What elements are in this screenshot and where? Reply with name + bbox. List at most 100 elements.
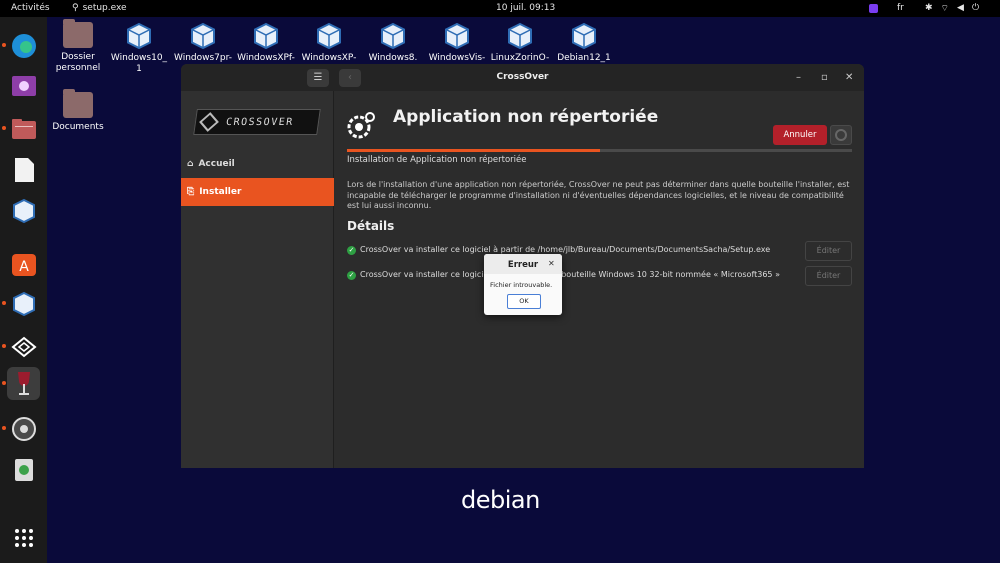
desktop-icon-vm[interactable]: WindowsVis- xyxy=(426,22,488,64)
settings-launcher[interactable] xyxy=(2,412,40,445)
description-text: Lors de l'installation d'une application… xyxy=(347,180,850,210)
video-icon xyxy=(11,75,36,96)
running-indicator xyxy=(2,126,6,130)
home-icon: ⌂ xyxy=(187,159,194,169)
install-status: Installation de Application non répertor… xyxy=(347,155,527,165)
minimize-button[interactable]: – xyxy=(796,72,801,83)
desktop-icon-label: Debian12_1 xyxy=(557,53,611,63)
window-titlebar[interactable]: ☰ ‹ CrossOver – ▫ ✕ xyxy=(181,64,864,91)
cancel-button[interactable]: Annuler xyxy=(773,125,827,145)
store-icon: A xyxy=(11,253,36,276)
wallpaper-logo: debian xyxy=(461,486,540,514)
app-grid-icon xyxy=(14,528,33,547)
main-panel: Application non répertoriée Annuler Inst… xyxy=(334,91,864,468)
edit-button[interactable]: Éditer xyxy=(805,266,852,286)
trash-launcher[interactable] xyxy=(7,453,40,486)
detail-row: ✓ CrossOver va installer ce logiciel à p… xyxy=(347,241,852,261)
document-icon xyxy=(14,157,34,182)
app-icon: ⚲ xyxy=(72,3,79,13)
virtualbox-icon xyxy=(572,22,596,50)
desktop-icon-vm[interactable]: Windows10_ 1 xyxy=(108,22,170,75)
maximize-button[interactable]: ▫ xyxy=(821,72,828,83)
dialog-close-icon[interactable]: ✕ xyxy=(548,259,555,268)
sidebar-item-label: Accueil xyxy=(198,159,235,169)
sidebar-item-label: Installer xyxy=(199,187,242,197)
sidebar: CROSSOVER ⌂ Accueil ⎘ Installer xyxy=(181,91,334,468)
dialog-message: Fichier introuvable. xyxy=(490,281,553,289)
desktop-icon-vm[interactable]: Windows8. xyxy=(362,22,424,64)
video-player-launcher[interactable] xyxy=(7,69,40,102)
details-heading: Détails xyxy=(347,219,395,233)
page-title: Application non répertoriée xyxy=(393,107,659,127)
software-center-launcher[interactable]: A xyxy=(7,247,40,280)
svg-text:A: A xyxy=(19,259,29,275)
sidebar-item-home[interactable]: ⌂ Accueil xyxy=(181,150,334,178)
dock: A xyxy=(0,17,47,563)
folder-icon xyxy=(63,89,93,118)
desktop-icon-documents[interactable]: Documents xyxy=(47,89,109,133)
gear-icon xyxy=(835,129,847,141)
detail-text: CrossOver va installer ce logiciel à par… xyxy=(360,245,771,254)
virtualbox-icon xyxy=(12,291,35,316)
volume-icon: ◀ xyxy=(957,3,964,13)
close-button[interactable]: ✕ xyxy=(845,72,853,83)
window-title: CrossOver xyxy=(496,72,549,82)
check-icon: ✓ xyxy=(347,271,356,280)
settings-button[interactable] xyxy=(830,125,852,145)
desktop-icon-vm[interactable]: Debian12_1 xyxy=(553,22,615,64)
desktop-icon-label: Windows10_ 1 xyxy=(110,53,168,74)
virtualbox-running-launcher[interactable] xyxy=(2,287,40,320)
crossover-logo: CROSSOVER xyxy=(193,109,321,135)
virtualbox-icon xyxy=(191,22,215,50)
edge-icon xyxy=(11,33,36,58)
files-launcher[interactable] xyxy=(2,112,40,145)
virtualbox-launcher[interactable] xyxy=(7,194,40,227)
virtualbox-icon xyxy=(254,22,278,50)
text-editor-launcher[interactable] xyxy=(7,153,40,186)
detail-text: CrossOver va installer ce logiciel dans … xyxy=(360,270,780,279)
tray-app-icon[interactable] xyxy=(869,4,878,13)
crossover-launcher[interactable] xyxy=(2,330,40,363)
desktop-icon-label: LinuxZorinO- xyxy=(490,53,550,63)
language-indicator[interactable]: fr xyxy=(897,3,904,13)
desktop-icon-label: WindowsVis- xyxy=(428,53,486,63)
crossover-icon xyxy=(10,336,37,357)
running-indicator xyxy=(2,43,6,47)
desktop-icon-label: Windows8. xyxy=(368,53,418,63)
clock[interactable]: 10 juil. 09:13 xyxy=(496,3,555,13)
wine-launcher[interactable] xyxy=(2,367,40,400)
show-apps-button[interactable] xyxy=(7,521,40,554)
error-dialog: Erreur ✕ Fichier introuvable. OK xyxy=(484,254,562,315)
activities-button[interactable]: Activités xyxy=(11,3,50,13)
gear-icon xyxy=(11,416,36,441)
desktop-icon-vm[interactable]: WindowsXP- xyxy=(298,22,360,64)
folder-icon xyxy=(11,118,36,139)
desktop-icon-vm[interactable]: WindowsXPf- xyxy=(235,22,297,64)
network-icon: ⌔ xyxy=(940,4,950,14)
desktop-icon-vm[interactable]: LinuxZorinO- xyxy=(489,22,551,64)
sidebar-item-install[interactable]: ⎘ Installer xyxy=(181,178,334,206)
system-menu[interactable]: ✱ ⌔ ◀ ⏻ xyxy=(925,3,979,14)
crossover-logo-mark xyxy=(199,112,219,132)
desktop-icon-label: WindowsXP- xyxy=(301,53,357,63)
app-menu[interactable]: ⚲ setup.exe xyxy=(72,3,127,13)
detail-row: ✓ CrossOver va installer ce logiciel dan… xyxy=(347,266,852,286)
running-indicator xyxy=(2,381,6,385)
trash-icon xyxy=(14,458,33,481)
desktop-icon-label: WindowsXPf- xyxy=(237,53,295,63)
desktop-icon-home[interactable]: Dossier personnel xyxy=(47,19,109,74)
virtualbox-icon xyxy=(12,198,35,223)
home-folder-icon xyxy=(63,19,93,48)
check-icon: ✓ xyxy=(347,246,356,255)
ok-button[interactable]: OK xyxy=(507,294,541,309)
install-progress-bar xyxy=(347,149,852,152)
virtualbox-icon xyxy=(127,22,151,50)
running-indicator xyxy=(2,344,6,348)
desktop-icon-label: Documents xyxy=(52,122,104,132)
app-name: setup.exe xyxy=(82,3,127,13)
virtualbox-icon xyxy=(381,22,405,50)
accessibility-icon: ✱ xyxy=(925,3,933,13)
virtualbox-icon xyxy=(317,22,341,50)
edge-browser-launcher[interactable] xyxy=(2,29,40,62)
edit-button[interactable]: Éditer xyxy=(805,241,852,261)
